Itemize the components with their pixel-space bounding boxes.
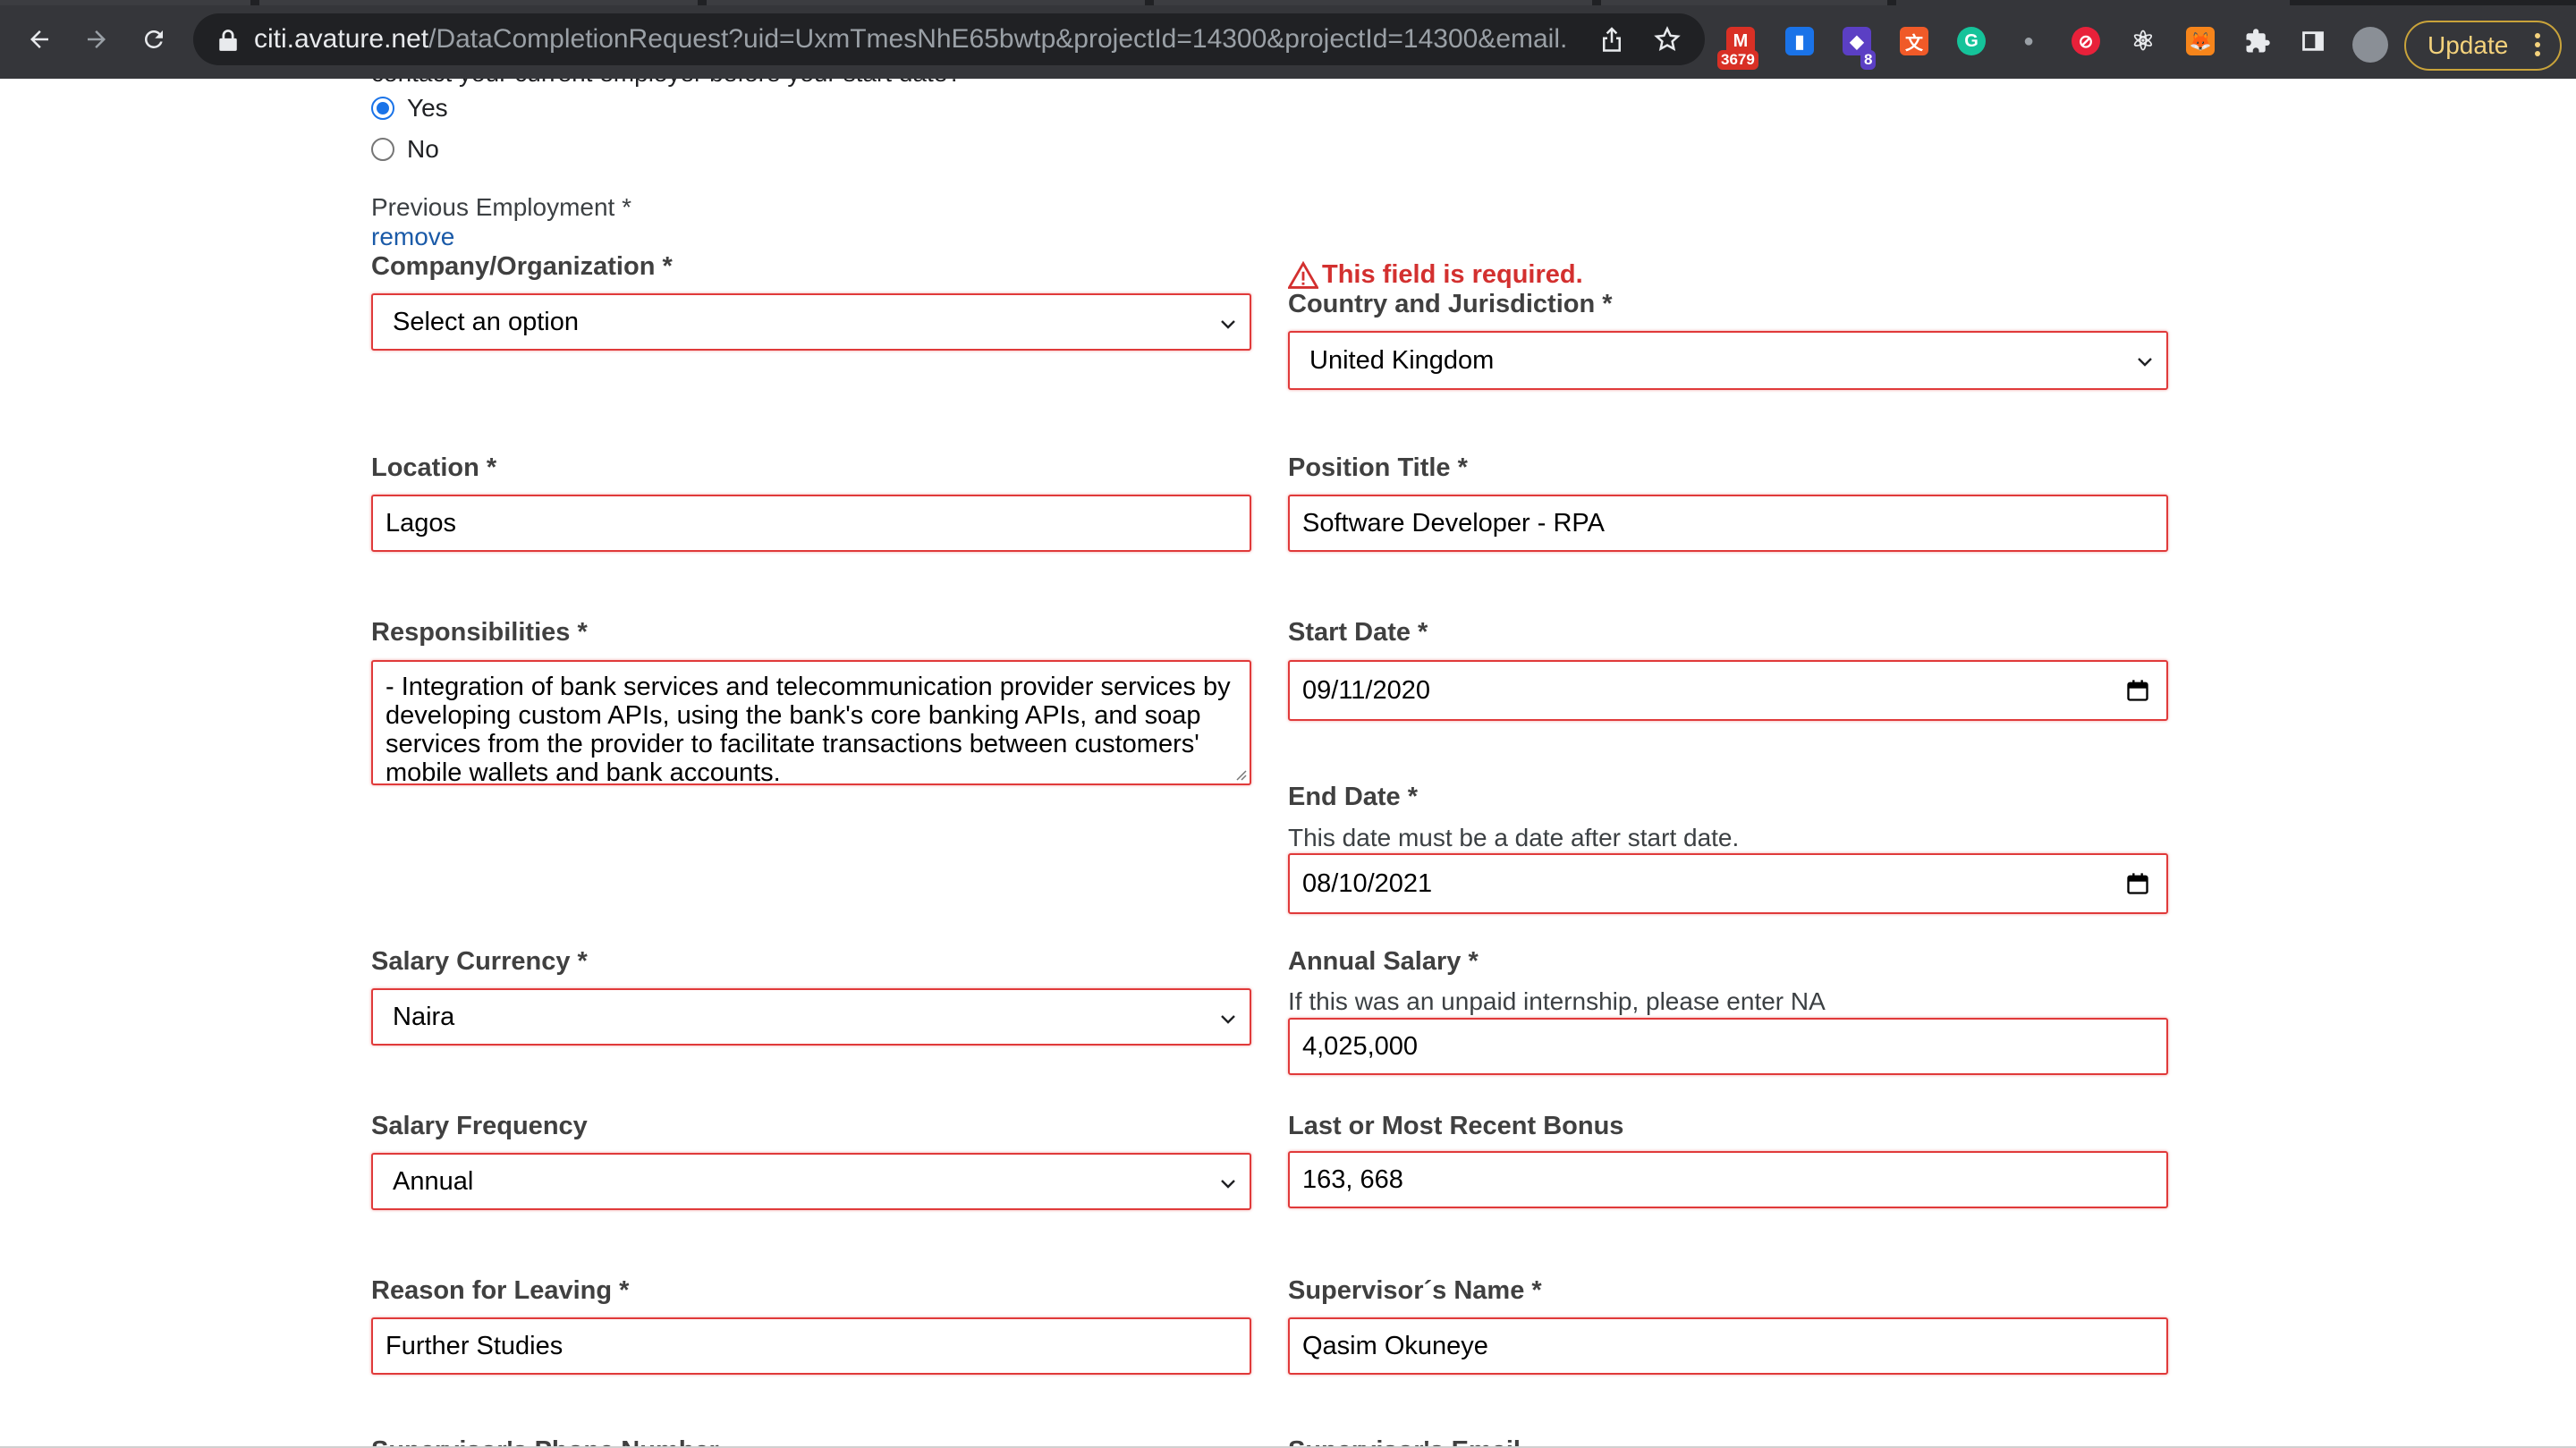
tab[interactable] xyxy=(1154,0,1592,5)
annual-salary-value: 4,025,000 xyxy=(1302,1031,1419,1061)
company-value: Select an option xyxy=(393,307,579,336)
country-select[interactable]: United Kingdom xyxy=(1288,331,2168,390)
start-date-label: Start Date * xyxy=(1288,618,1428,647)
tab-active[interactable] xyxy=(1896,0,2290,5)
extensions-puzzle-icon[interactable] xyxy=(2243,27,2272,55)
grammarly-extension-icon[interactable]: G xyxy=(1957,27,1986,55)
end-date-input[interactable]: 08/10/2021 xyxy=(1288,853,2168,914)
radio-no-circle[interactable] xyxy=(371,138,394,161)
bonus-value: 163, 668 xyxy=(1302,1164,1403,1194)
location-label: Location * xyxy=(371,453,497,482)
share-button[interactable] xyxy=(1594,21,1630,57)
location-value: Lagos xyxy=(386,508,457,538)
tab-strip xyxy=(0,0,2576,5)
error-message: This field is required. xyxy=(1288,260,1583,290)
cut-question-text: contact your current employer before you… xyxy=(371,79,962,88)
back-arrow-icon xyxy=(30,30,48,48)
salary-frequency-label: Salary Frequency xyxy=(371,1112,588,1140)
bonus-label: Last or Most Recent Bonus xyxy=(1288,1112,1624,1140)
lock-icon[interactable] xyxy=(218,29,238,52)
bonus-input[interactable]: 163, 668 xyxy=(1288,1151,2168,1208)
tab[interactable] xyxy=(259,0,698,5)
salary-frequency-value: Annual xyxy=(393,1166,474,1196)
profile-avatar[interactable] xyxy=(2352,27,2388,63)
forward-arrow-icon xyxy=(88,30,106,48)
salary-currency-value: Naira xyxy=(393,1002,455,1031)
calendar-icon[interactable] xyxy=(2125,678,2150,703)
browser-toolbar: citi.avature.net/DataCompletionRequest?u… xyxy=(0,0,2576,79)
side-panel-icon[interactable] xyxy=(2299,27,2327,55)
metamask-extension-icon[interactable]: 🦊 xyxy=(2186,27,2215,55)
end-date-label: End Date * xyxy=(1288,783,1419,811)
annual-salary-label: Annual Salary * xyxy=(1288,947,1479,976)
supervisor-value: Qasim Okuneye xyxy=(1302,1331,1488,1360)
responsibilities-textarea[interactable]: - Integration of bank services and telec… xyxy=(371,660,1251,785)
reload-icon xyxy=(144,30,163,48)
chevron-down-icon xyxy=(1221,320,1235,329)
url-host: citi.avature.net xyxy=(254,24,429,54)
react-devtools-icon[interactable]: ⚛ xyxy=(2129,27,2157,56)
reason-input[interactable]: Further Studies xyxy=(371,1317,1251,1375)
company-select[interactable]: Select an option xyxy=(371,293,1251,351)
radio-no-label: No xyxy=(407,135,439,163)
page-content: contact your current employer before you… xyxy=(0,79,2576,1448)
stack-badge: 8 xyxy=(1860,50,1877,70)
url-text[interactable]: citi.avature.net/DataCompletionRequest?u… xyxy=(254,13,1569,65)
reason-label: Reason for Leaving * xyxy=(371,1276,630,1305)
start-date-input[interactable]: 09/11/2020 xyxy=(1288,660,2168,721)
forward-button[interactable] xyxy=(75,18,118,61)
location-input[interactable]: Lagos xyxy=(371,495,1251,552)
reason-value: Further Studies xyxy=(386,1331,564,1360)
annual-salary-input[interactable]: 4,025,000 xyxy=(1288,1018,2168,1075)
supervisor-label: Supervisor´s Name * xyxy=(1288,1276,1542,1305)
translate-extension-icon[interactable]: 文 xyxy=(1900,27,1928,55)
previous-employment-title: Previous Employment * xyxy=(371,193,632,221)
url-path: /DataCompletionRequest?uid=UxmTmesNhE65b… xyxy=(428,24,1569,54)
bookmark-extension-icon[interactable]: ▮ xyxy=(1785,27,1814,55)
company-label: Company/Organization * xyxy=(371,252,673,281)
radio-yes-label: Yes xyxy=(407,94,448,122)
salary-frequency-select[interactable]: Annual xyxy=(371,1153,1251,1210)
bookmark-star-button[interactable] xyxy=(1649,21,1685,57)
address-bar[interactable]: citi.avature.net/DataCompletionRequest?u… xyxy=(193,13,1705,65)
update-button[interactable]: Update xyxy=(2404,21,2562,71)
responsibilities-value: - Integration of bank services and telec… xyxy=(386,673,1231,785)
back-button[interactable] xyxy=(18,18,61,61)
position-label: Position Title * xyxy=(1288,453,1468,482)
calendar-icon[interactable] xyxy=(2125,871,2150,896)
responsibilities-label: Responsibilities * xyxy=(371,618,588,647)
block-extension-icon[interactable]: ⊘ xyxy=(2072,27,2100,55)
position-value: Software Developer - RPA xyxy=(1302,508,1605,538)
chevron-down-icon xyxy=(2138,358,2152,367)
annual-salary-hint: If this was an unpaid internship, please… xyxy=(1288,987,1826,1015)
reload-button[interactable] xyxy=(132,18,175,61)
tab[interactable] xyxy=(707,0,1145,5)
chevron-down-icon xyxy=(1221,1015,1235,1024)
gray-extension-icon[interactable]: ● xyxy=(2014,27,2043,55)
radio-no[interactable]: No xyxy=(371,133,439,165)
gmail-badge: 3679 xyxy=(1717,50,1758,70)
supervisor-input[interactable]: Qasim Okuneye xyxy=(1288,1317,2168,1375)
country-label: Country and Jurisdiction * xyxy=(1288,290,1613,318)
salary-currency-label: Salary Currency * xyxy=(371,947,588,976)
end-date-value: 08/10/2021 xyxy=(1302,868,1433,898)
remove-link[interactable]: remove xyxy=(371,223,454,251)
resize-grip-icon[interactable] xyxy=(1233,766,1247,781)
star-icon xyxy=(1654,26,1681,52)
error-text: This field is required. xyxy=(1322,260,1583,289)
position-input[interactable]: Software Developer - RPA xyxy=(1288,495,2168,552)
share-icon xyxy=(1603,27,1621,52)
radio-yes-circle[interactable] xyxy=(371,97,394,120)
radio-yes[interactable]: Yes xyxy=(371,92,448,124)
salary-currency-select[interactable]: Naira xyxy=(371,988,1251,1046)
warning-icon xyxy=(1288,260,1318,289)
tab[interactable] xyxy=(0,0,250,5)
start-date-value: 09/11/2020 xyxy=(1302,675,1430,705)
end-date-hint: This date must be a date after start dat… xyxy=(1288,824,1740,851)
kebab-menu-icon xyxy=(2535,33,2540,60)
country-value: United Kingdom xyxy=(1309,345,1495,375)
tab[interactable] xyxy=(1601,0,1887,5)
chevron-down-icon xyxy=(1221,1180,1235,1189)
update-label: Update xyxy=(2428,31,2509,59)
